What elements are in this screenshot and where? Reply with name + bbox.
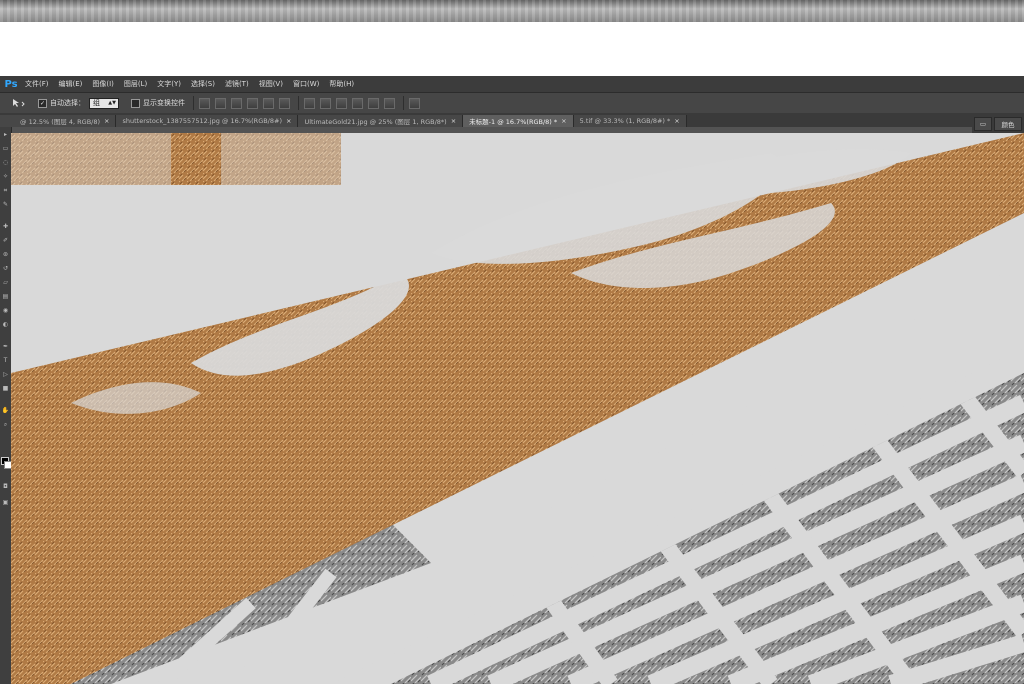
align-top-button[interactable] [199,97,210,109]
shape-tool-icon[interactable]: ■ [2,385,9,392]
tab-doc-3[interactable]: UltimateGold21.jpg @ 25% (图层 1, RGB/8*) … [298,115,464,127]
type-tool-icon[interactable]: T [2,357,9,364]
distribute-left-button[interactable] [352,97,363,109]
canvas-artwork [11,133,1024,684]
move-tool-icon [13,99,25,107]
auto-select-value: 组 [93,99,100,107]
distribute-bottom-button[interactable] [336,97,347,109]
menu-view[interactable]: 视图(V) [254,79,288,89]
document-canvas[interactable] [11,133,1024,684]
blur-tool-icon[interactable]: ◉ [2,307,9,314]
marble-photo-strip [0,0,1024,22]
photoshop-logo: Ps [4,78,18,90]
history-brush-tool-icon[interactable]: ↺ [2,265,9,272]
tab-label: UltimateGold21.jpg @ 25% (图层 1, RGB/8*) [304,118,447,126]
tab-doc-2[interactable]: shutterstock_1387557512.jpg @ 16.7%(RGB/… [116,115,299,127]
menu-layer[interactable]: 图层(L) [119,79,152,89]
tab-doc-1[interactable]: @ 12.5% (图层 4, RGB/8) × [0,115,117,127]
menu-image[interactable]: 图像(I) [87,79,119,89]
screen-mode-icon[interactable]: ▣ [2,499,9,506]
healing-tool-icon[interactable]: ✚ [2,223,9,230]
align-left-button[interactable] [247,97,258,109]
gold-swatch-rect [171,133,221,185]
menu-help[interactable]: 帮助(H) [324,79,359,89]
tab-doc-5[interactable]: 5.tif @ 33.3% (1, RGB/8#) * × [573,115,687,127]
path-select-tool-icon[interactable]: ▷ [2,371,9,378]
zoom-tool-icon[interactable]: ⌕ [2,421,9,428]
document-tab-bar: @ 12.5% (图层 4, RGB/8) × shutterstock_138… [0,113,1024,127]
menu-window[interactable]: 窗口(W) [288,79,324,89]
eraser-tool-icon[interactable]: ▱ [2,279,9,286]
distribute-right-button[interactable] [384,97,395,109]
tab-label: shutterstock_1387557512.jpg @ 16.7%(RGB/… [122,117,282,125]
pen-tool-icon[interactable]: ✒ [2,343,9,350]
close-icon[interactable]: × [104,117,109,125]
show-transform-checkbox[interactable]: 显示变换控件 [131,98,185,108]
align-hcenter-button[interactable] [263,97,274,109]
close-icon[interactable]: × [451,117,456,125]
tab-label: @ 12.5% (图层 4, RGB/8) [20,118,101,126]
menu-select[interactable]: 选择(S) [186,79,220,89]
move-tool-preset[interactable] [6,95,30,111]
divider [298,96,299,110]
menu-file[interactable]: 文件(F) [20,79,54,89]
auto-select-label: 自动选择： [50,99,85,107]
gold-swatch-rect [221,133,341,185]
distribute-vcenter-button[interactable] [320,97,331,109]
align-bottom-button[interactable] [231,97,242,109]
marquee-tool-icon[interactable]: ▭ [2,145,9,152]
align-vcenter-button[interactable] [215,97,226,109]
quick-select-tool-icon[interactable]: ✧ [2,173,9,180]
show-transform-label: 显示变换控件 [143,99,185,107]
clone-tool-icon[interactable]: ⊛ [2,251,9,258]
crop-tool-icon[interactable]: ⌗ [2,187,9,194]
brush-tool-icon[interactable]: ✐ [2,237,9,244]
align-right-button[interactable] [279,97,290,109]
gold-swatch-rect [11,133,171,185]
checkbox-icon [131,98,140,108]
dodge-tool-icon[interactable]: ◐ [2,321,9,328]
close-icon[interactable]: × [561,117,566,125]
divider [403,96,404,110]
divider [193,96,194,110]
close-icon[interactable]: × [286,117,291,125]
eyedropper-tool-icon[interactable]: ✎ [2,201,9,208]
panel-dock: ▭ 颜色 [972,113,1024,133]
menu-filter[interactable]: 滤镜(T) [220,79,254,89]
tab-label: 未标题-1 @ 16.7%(RGB/8) * [469,118,558,126]
close-icon[interactable]: × [674,117,679,125]
color-panel-tab[interactable]: 颜色 [994,117,1022,131]
distribute-hcenter-button[interactable] [368,97,379,109]
tab-label: 5.tif @ 33.3% (1, RGB/8#) * [579,117,671,125]
quick-mask-icon[interactable]: ◘ [2,483,9,490]
photoshop-window: Ps 文件(F) 编辑(E) 图像(I) 图层(L) 文字(Y) 选择(S) 滤… [0,76,1024,684]
hand-tool-icon[interactable]: ✋ [2,407,9,414]
move-tool-icon[interactable]: ▸ [2,131,9,138]
panel-arrange-icon[interactable]: ▭ [974,117,992,131]
distribute-top-button[interactable] [304,97,315,109]
tab-doc-4-active[interactable]: 未标题-1 @ 16.7%(RGB/8) * × [463,115,574,127]
menu-bar: Ps 文件(F) 编辑(E) 图像(I) 图层(L) 文字(Y) 选择(S) 滤… [0,76,1024,92]
checkbox-icon: ✓ [38,98,47,108]
dropdown-icon: ▲▼ [108,100,116,106]
menu-type[interactable]: 文字(Y) [152,79,186,89]
auto-align-layers-button[interactable] [409,97,420,109]
auto-select-checkbox[interactable]: ✓ 自动选择： [38,98,85,108]
lasso-tool-icon[interactable]: ◌ [2,159,9,166]
options-bar: ✓ 自动选择： 组 ▲▼ 显示变换控件 [0,92,1024,114]
menu-edit[interactable]: 编辑(E) [54,79,88,89]
auto-select-dropdown[interactable]: 组 ▲▼ [89,97,119,109]
gradient-tool-icon[interactable]: ▤ [2,293,9,300]
